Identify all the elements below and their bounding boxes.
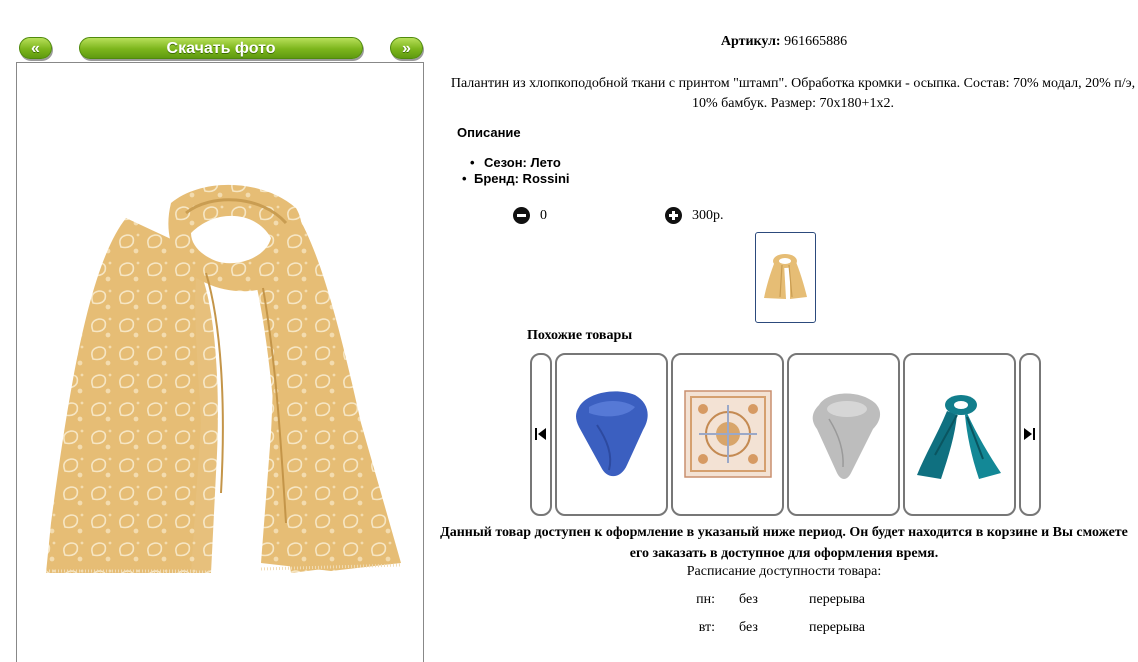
availability-notice: Данный товар доступен к оформление в ука… <box>440 525 1128 561</box>
quantity-value: 0 <box>540 207 547 223</box>
prev-photo-button[interactable]: « <box>19 37 52 59</box>
carousel-prev-button[interactable] <box>530 353 552 516</box>
schedule-value-a: без <box>739 620 758 635</box>
product-photo-frame <box>16 62 424 662</box>
schedule-day: пн: <box>696 592 715 607</box>
prop-brand: Бренд: Rossini <box>460 171 570 187</box>
article-value: 961665886 <box>784 34 848 49</box>
article-line: Артикул: 961665886 <box>430 34 1138 50</box>
download-photo-button[interactable]: Скачать фото <box>79 37 363 59</box>
plus-icon[interactable] <box>665 207 682 224</box>
description-heading: Описание <box>457 125 521 140</box>
schedule-value-a: без <box>739 592 758 607</box>
product-description: Палантин из хлопкоподобной ткани с принт… <box>450 76 1136 111</box>
similar-item-teal-scarf[interactable] <box>903 353 1016 516</box>
schedule-value-b: перерыва <box>809 620 865 635</box>
price: 300р. <box>692 207 724 223</box>
similar-item-pattern-scarf[interactable] <box>671 353 784 516</box>
similar-item-grey-scarf[interactable] <box>787 353 900 516</box>
similar-products-title: Похожие товары <box>527 328 633 343</box>
prop-season: Сезон: Лето <box>460 155 570 171</box>
schedule-row: пн: без перерыва <box>660 592 960 612</box>
minus-icon[interactable] <box>513 207 530 224</box>
product-photo[interactable] <box>31 173 411 573</box>
skip-back-icon <box>535 428 546 440</box>
schedule-day: вт: <box>698 620 715 635</box>
carousel-next-button[interactable] <box>1019 353 1041 516</box>
skip-forward-icon <box>1024 428 1035 440</box>
schedule-title: Расписание доступности товара: <box>686 564 882 579</box>
product-thumbnail[interactable] <box>755 232 816 323</box>
add-to-cart-control: 300р. <box>665 207 724 224</box>
schedule-value-b: перерыва <box>809 592 865 607</box>
article-label: Артикул: <box>720 34 781 49</box>
similar-item-blue-scarf[interactable] <box>555 353 668 516</box>
schedule-row: вт: без перерыва <box>660 620 960 640</box>
quantity-control: 0 <box>513 207 547 224</box>
product-properties: Сезон: Лето Бренд: Rossini <box>460 155 570 187</box>
next-photo-button[interactable]: » <box>390 37 423 59</box>
